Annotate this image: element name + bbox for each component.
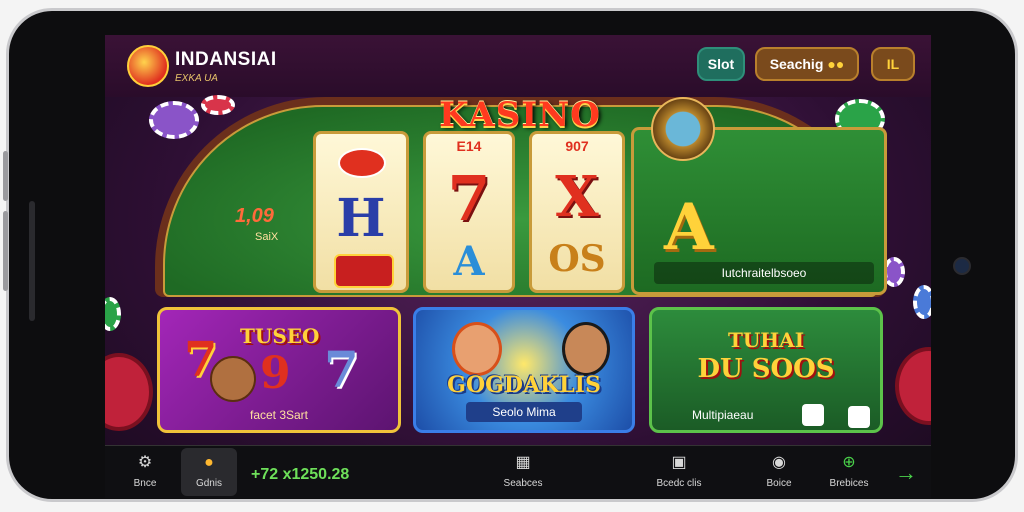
dice-icon [848,406,870,428]
dice-icon: ◉ [772,454,786,471]
volume-button [3,211,8,291]
search-button-label: Seachig [769,56,824,72]
table-cushion [105,353,153,431]
table-number: 1,09 [235,205,274,227]
reel-top-label: E14 [456,138,482,154]
cherry-icon [338,148,386,178]
table-cushion [895,347,931,425]
nav-item-seabces[interactable]: ▦ Seabces [495,452,551,489]
reel-symbol: X [555,164,599,230]
store-icon: ▣ [671,454,687,471]
nav-item-brebices[interactable]: ⊕ Brebices [821,452,877,489]
user-button[interactable]: IL [871,47,915,81]
reel-symbol: H [336,188,386,249]
card-title-top: TUHAI [727,328,805,352]
game-card[interactable]: GOGDAKLIS Seolo Mima [413,307,635,433]
poker-chip [201,95,235,115]
game-card[interactable]: TUHAI DU SOOS Multipiaeau [649,307,883,433]
nav-item-bcedc[interactable]: ▣ Bcedc clis [651,452,707,489]
card-caption: Multipiaeau [692,408,754,422]
balance-display: +72 x1250.28 [251,466,350,483]
poker-chip [149,101,199,139]
app-logo-icon[interactable] [127,45,169,87]
slot-reel[interactable]: 907 X OS [529,131,625,293]
slot-button[interactable]: Slot [697,47,745,81]
card-caption: Seolo Mima [466,402,582,422]
nav-item-label: Seabces [503,478,543,489]
character-avatar [562,322,610,376]
nav-item-gdnis[interactable]: ● Gdnis [181,448,237,496]
game-card[interactable]: TUSEO 7 9 7 facet 3Sart [157,307,401,433]
reel-symbol-lower: A [453,238,485,285]
nav-item-label: Brebices [829,478,869,489]
slot-reel[interactable]: E14 7 A [423,131,515,293]
gear-icon: ⚙ [137,454,153,471]
app-header: INDANSIAI EXKA UA Slot Seachig ●● IL [105,35,931,97]
seven-icon: 7 [324,340,359,399]
nine-icon: 9 [260,348,291,399]
search-icon: ⊕ [842,454,856,471]
arrow-right-icon[interactable]: → [895,460,917,486]
camera-lens [953,257,971,275]
nav-item-label: Bnce [133,478,157,489]
dice-icon [334,254,394,288]
speaker-grille [29,201,35,321]
reel-symbol-lower: OS [548,238,606,280]
feature-symbol: A [664,190,714,265]
poker-chip [105,297,121,331]
card-title: TUSEO [240,324,320,348]
bottom-nav: ⚙ Bnce ● Gdnis +72 x1250.28 ▦ Seabces ▣ … [105,445,931,498]
card-title: DU SOOS [697,354,835,384]
app-name: INDANSIAI [175,49,277,70]
nav-item-label: Gdnis [195,478,223,489]
nav-item-boice[interactable]: ◉ Boice [751,452,807,489]
card-title: GOGDAKLIS [447,372,601,398]
character-avatar [452,322,502,376]
nav-item-label: Bcedc clis [656,478,702,489]
table-sub-label: SaiX [255,231,279,243]
nav-item-label: Boice [766,478,792,489]
card-caption: facet 3Sart [249,408,309,422]
search-button[interactable]: Seachig ●● [755,47,859,81]
calculator-icon: ▦ [515,454,531,471]
app-subtitle: EXKA UA [175,73,218,84]
dice-icon [802,404,824,426]
feature-caption: Iutchraitelbsoeo [654,262,874,284]
coin-icon: ● [204,454,214,471]
clock-icon [651,97,715,161]
game-screen: INDANSIAI EXKA UA Slot Seachig ●● IL KAS… [105,35,931,498]
slot-reel[interactable]: H [313,131,409,293]
coins-icon: ●● [827,56,845,72]
phone-frame: INDANSIAI EXKA UA Slot Seachig ●● IL KAS… [3,8,1018,502]
character-avatar [210,356,256,402]
reel-symbol: 7 [447,162,491,235]
volume-button [3,151,8,201]
nav-item-bnce[interactable]: ⚙ Bnce [117,452,173,489]
game-title: KASINO [439,95,601,135]
reel-top-label: 907 [565,138,589,154]
poker-chip [913,285,931,319]
